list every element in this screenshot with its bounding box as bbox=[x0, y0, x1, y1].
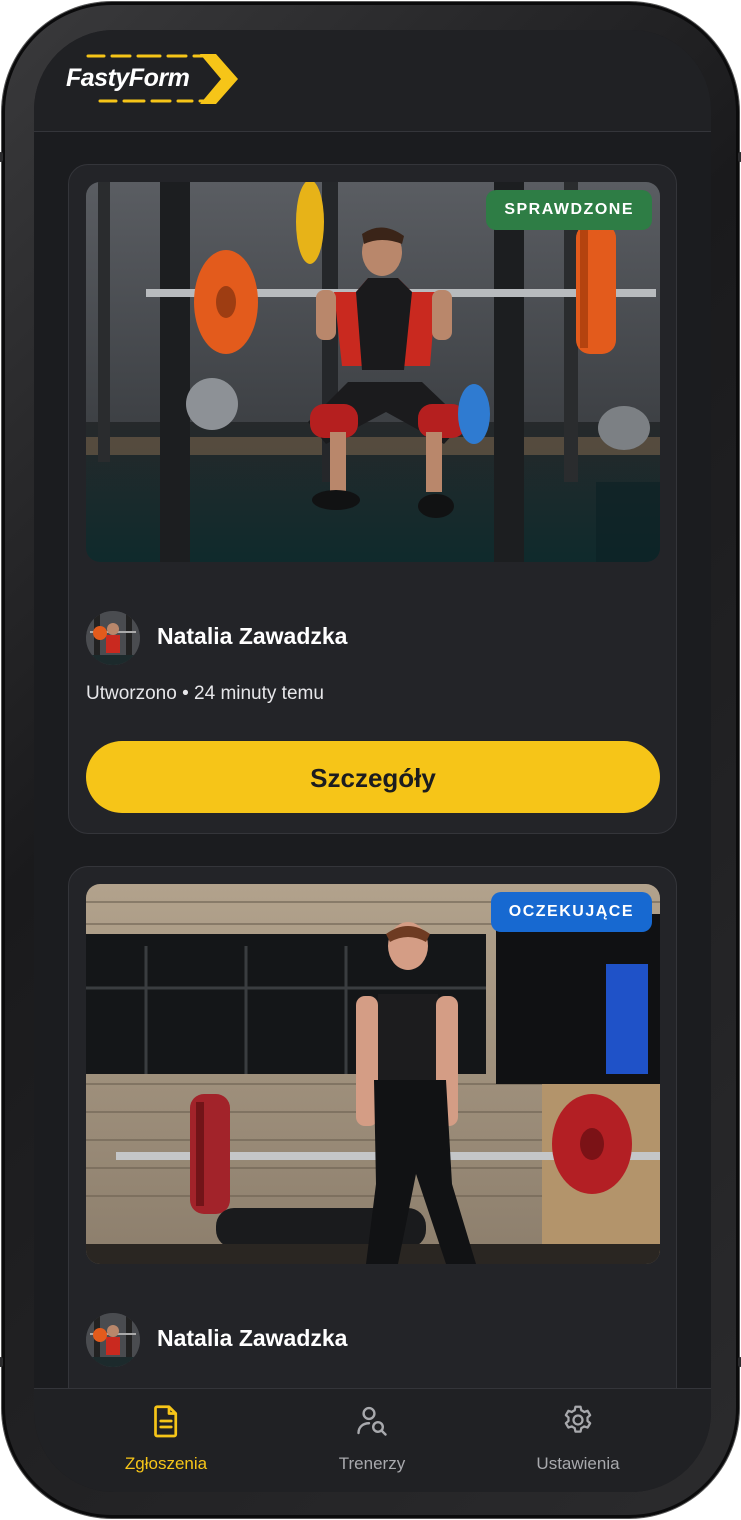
tab-settings[interactable]: Ustawienia bbox=[478, 1389, 678, 1492]
deadlift-photo-image bbox=[86, 884, 660, 1264]
tab-submissions-label: Zgłoszenia bbox=[124, 1454, 208, 1473]
tab-settings-label: Ustawienia bbox=[536, 1454, 620, 1473]
created-time: Utworzono • 24 minuty temu bbox=[86, 683, 324, 704]
document-icon bbox=[154, 1405, 178, 1438]
squat-photo-image bbox=[86, 182, 660, 562]
submission-photo[interactable]: SPRAWDZONE bbox=[86, 182, 660, 562]
submission-photo[interactable]: OCZEKUJĄCE bbox=[86, 884, 660, 1264]
fastyform-logo[interactable]: FastyForm bbox=[64, 52, 239, 108]
submission-card: SPRAWDZONE Natalia Zawadzka Utworzono • … bbox=[68, 164, 677, 834]
avatar[interactable] bbox=[86, 611, 140, 665]
tab-submissions[interactable]: Zgłoszenia bbox=[66, 1389, 266, 1492]
details-button[interactable]: Szczegóły bbox=[86, 741, 660, 813]
logo-text: FastyForm bbox=[66, 64, 190, 92]
author-name: Natalia Zawadzka bbox=[157, 623, 348, 649]
avatar[interactable] bbox=[86, 1313, 140, 1367]
tab-trainers[interactable]: Trenerzy bbox=[272, 1389, 472, 1492]
avatar-image bbox=[86, 1313, 140, 1367]
user-search-icon bbox=[357, 1406, 387, 1436]
side-button-left-2 bbox=[0, 1357, 3, 1367]
status-badge: SPRAWDZONE bbox=[486, 190, 652, 230]
bottom-tab-bar: Zgłoszenia Trenerzy Ustawienia bbox=[34, 1388, 711, 1492]
tab-trainers-label: Trenerzy bbox=[338, 1454, 406, 1473]
gear-icon bbox=[564, 1405, 592, 1433]
app-screen: FastyForm SPRAWDZONE Natalia Zawadzka Ut… bbox=[34, 30, 711, 1492]
app-header: FastyForm bbox=[34, 30, 711, 132]
author-name: Natalia Zawadzka bbox=[157, 1325, 348, 1351]
submissions-feed[interactable]: SPRAWDZONE Natalia Zawadzka Utworzono • … bbox=[34, 132, 711, 1388]
status-badge: OCZEKUJĄCE bbox=[490, 892, 652, 932]
side-button-left-1 bbox=[0, 152, 3, 162]
phone-frame: FastyForm SPRAWDZONE Natalia Zawadzka Ut… bbox=[0, 2, 741, 1518]
author-row: Natalia Zawadzka bbox=[86, 611, 646, 667]
submission-card: OCZEKUJĄCE Natalia Zawadzka bbox=[68, 866, 677, 1388]
avatar-image bbox=[86, 611, 140, 665]
author-row: Natalia Zawadzka bbox=[86, 1313, 646, 1369]
